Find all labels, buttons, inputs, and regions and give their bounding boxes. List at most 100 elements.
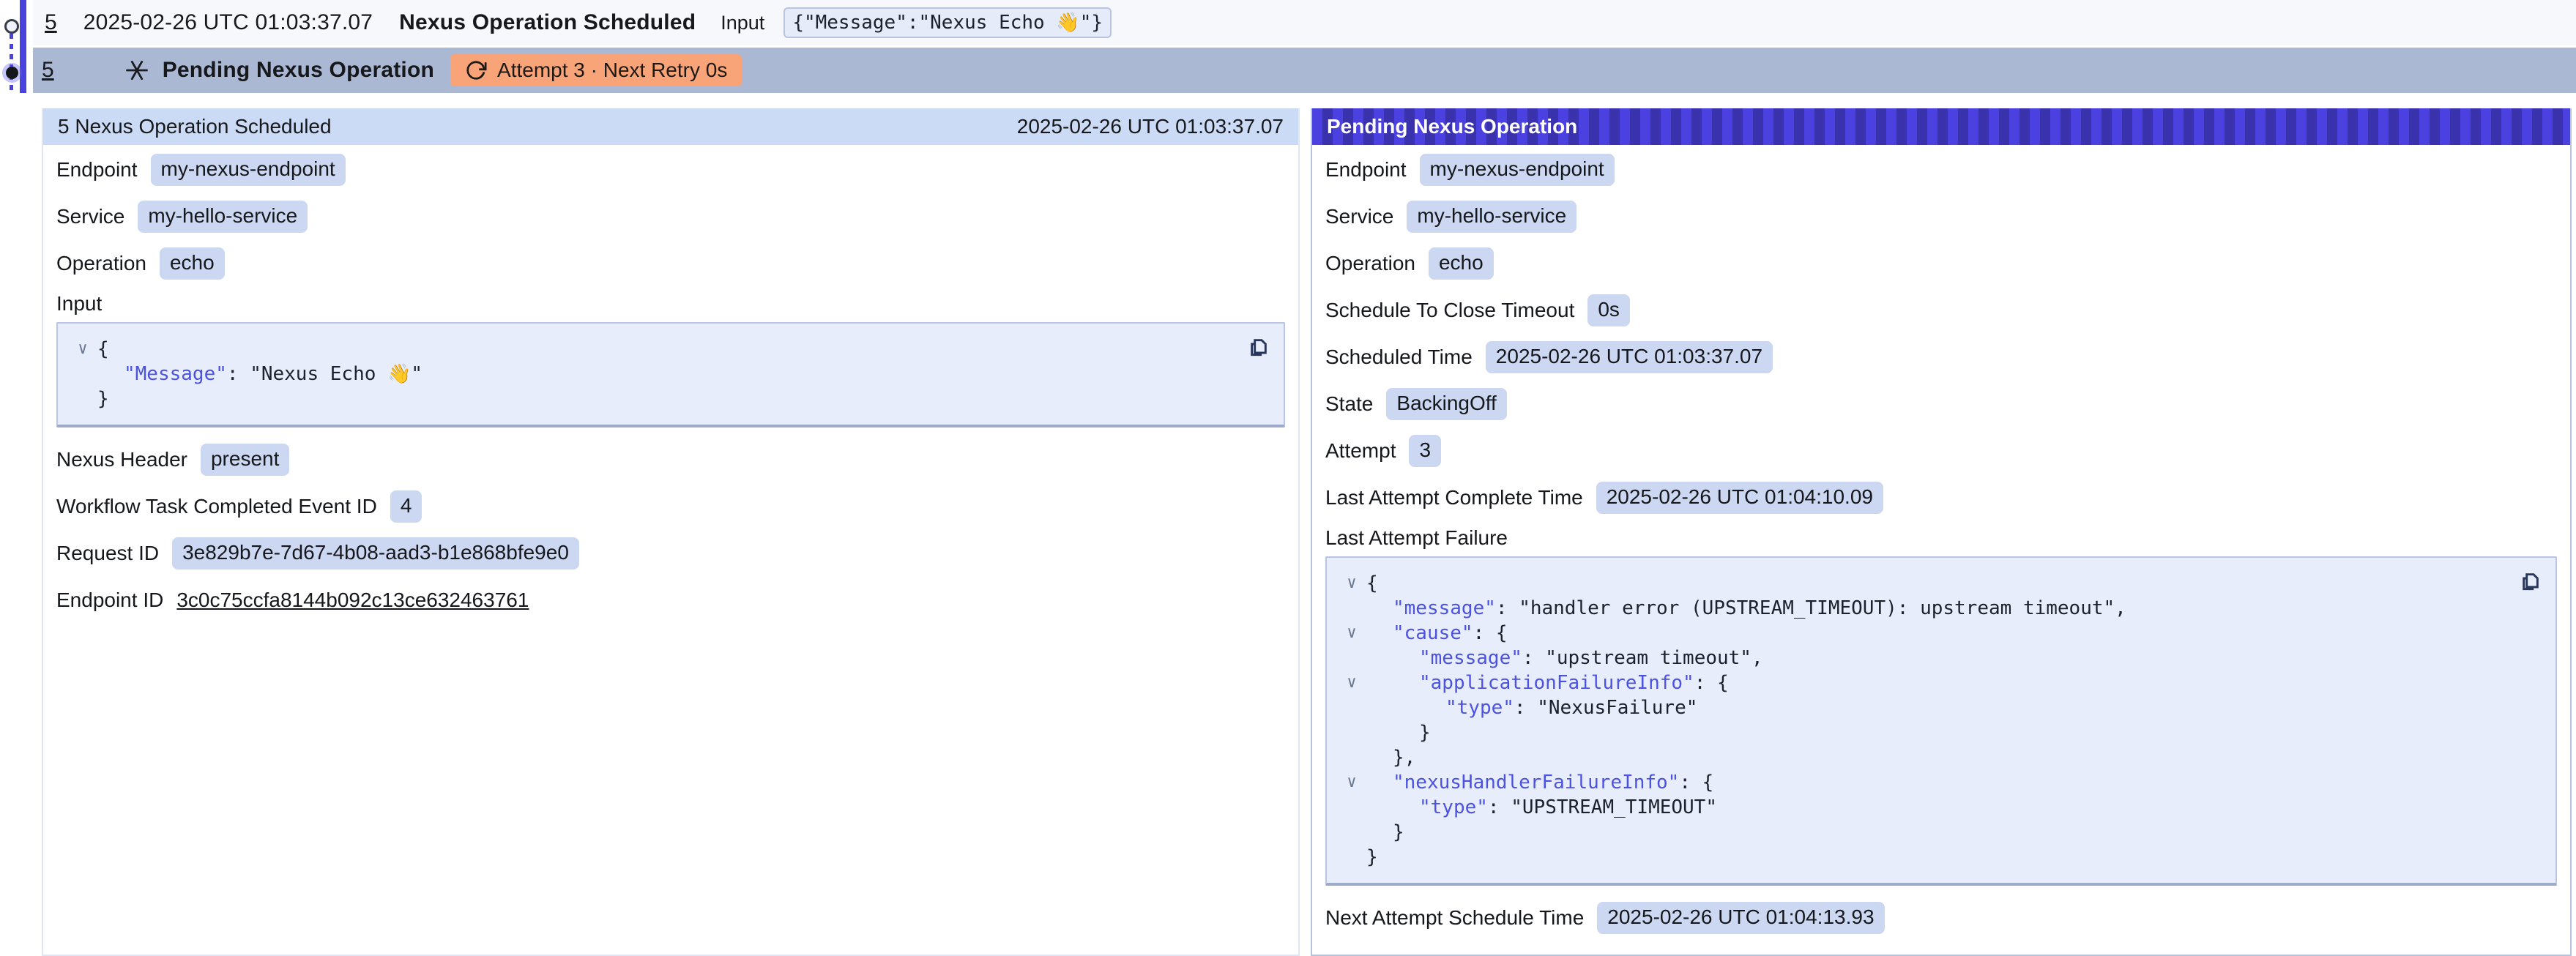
chevron-spacer [1337, 646, 1366, 671]
field-label: Operation [1325, 252, 1415, 275]
chevron-spacer [68, 362, 97, 386]
copy-json-button[interactable] [1247, 334, 1270, 360]
nexus-header-value-chip: present [201, 444, 289, 476]
json-line: } [68, 386, 1232, 411]
json-line: ∨"applicationFailureInfo": { [1337, 671, 2504, 695]
field-label: Next Attempt Schedule Time [1325, 906, 1584, 930]
input-json-block: ∨{"Message": "Nexus Echo 👋"} [56, 322, 1285, 427]
json-line-text: "nexusHandlerFailureInfo": { [1366, 770, 1713, 795]
field-service: Service my-hello-service [56, 193, 1285, 240]
chevron-spacer [68, 386, 97, 411]
json-line-text: "type": "NexusFailure" [1366, 695, 1697, 720]
operation-value-chip: echo [160, 247, 225, 280]
field-label: Scheduled Time [1325, 346, 1473, 369]
field-label: Endpoint ID [56, 589, 163, 612]
json-line: ∨{ [1337, 571, 2504, 596]
event-row-pending[interactable]: 5 Pending Nexus Operation Attempt 3 · Ne… [33, 48, 2576, 93]
json-line: ∨"nexusHandlerFailureInfo": { [1337, 770, 2504, 795]
chevron-spacer [1337, 596, 1366, 621]
chevron-spacer [1337, 720, 1366, 745]
json-line-text: { [1366, 571, 1378, 596]
event-input-value-chip: {"Message":"Nexus Echo 👋"} [783, 7, 1112, 38]
event-timestamp: 2025-02-26 UTC 01:03:37.07 [83, 10, 373, 35]
chevron-spacer [1337, 795, 1366, 820]
field-label: Nexus Header [56, 448, 187, 471]
retry-icon [465, 59, 487, 81]
json-line-text: } [1366, 820, 1404, 845]
json-line-text: "Message": "Nexus Echo 👋" [97, 362, 422, 386]
chevron-spacer [1337, 695, 1366, 720]
field-label: Endpoint [1325, 158, 1407, 182]
last-attempt-failure-label: Last Attempt Failure [1325, 521, 2557, 555]
json-line: "message": "upstream timeout", [1337, 646, 2504, 671]
field-label: Service [56, 205, 124, 228]
json-line-text: { [97, 337, 109, 362]
failure-json-block: ∨{"message": "handler error (UPSTREAM_TI… [1325, 556, 2557, 886]
field-operation: Operation echo [1325, 240, 2557, 287]
json-line-text: "type": "UPSTREAM_TIMEOUT" [1366, 795, 1717, 820]
field-label: Last Attempt Complete Time [1325, 486, 1583, 509]
json-line: "type": "UPSTREAM_TIMEOUT" [1337, 795, 2504, 820]
json-line: "Message": "Nexus Echo 👋" [68, 362, 1232, 386]
timeline-connector-line [10, 34, 13, 94]
field-request-id: Request ID3e829b7e-7d67-4b08-aad3-b1e868… [56, 530, 1285, 577]
field-last-attempt-complete-time: Last Attempt Complete Time 2025-02-26 UTC… [1325, 474, 2557, 521]
endpoint-value-chip: my-nexus-endpoint [1420, 154, 1615, 186]
json-line: } [1337, 845, 2504, 870]
collapse-chevron-icon[interactable]: ∨ [1337, 770, 1366, 795]
chevron-spacer [1337, 820, 1366, 845]
field-label: Workflow Task Completed Event ID [56, 495, 377, 518]
field-label: Endpoint [56, 158, 138, 182]
json-line: } [1337, 720, 2504, 745]
event-row-scheduled[interactable]: 5 2025-02-26 UTC 01:03:37.07 Nexus Opera… [33, 0, 2576, 45]
json-line-text: "applicationFailureInfo": { [1366, 671, 1729, 695]
copy-icon [1247, 334, 1270, 360]
collapse-chevron-icon[interactable]: ∨ [1337, 621, 1366, 646]
event-title: Pending Nexus Operation [163, 58, 434, 83]
json-line: ∨"cause": { [1337, 621, 2504, 646]
field-label: State [1325, 392, 1373, 416]
retry-attempt-badge: Attempt 3 · Next Retry 0s [450, 54, 742, 86]
field-label: Request ID [56, 542, 159, 565]
field-nexus-header: Nexus Header present [56, 436, 1285, 483]
field-label: Attempt [1325, 439, 1396, 463]
last-attempt-complete-time-value-chip: 2025-02-26 UTC 01:04:10.09 [1596, 482, 1883, 514]
field-attempt: Attempt 3 [1325, 427, 2557, 474]
scheduled-time-value-chip: 2025-02-26 UTC 01:03:37.07 [1486, 341, 1773, 373]
event-detail-header: 5 Nexus Operation Scheduled 2025-02-26 U… [43, 108, 1298, 145]
endpoint-value-chip: my-nexus-endpoint [151, 154, 346, 186]
json-line: }, [1337, 745, 2504, 770]
json-line-text: "cause": { [1366, 621, 1508, 646]
copy-icon [2519, 568, 2542, 594]
next-attempt-schedule-time-value-chip: 2025-02-26 UTC 01:04:13.93 [1597, 902, 1884, 934]
pending-operation-panel: Pending Nexus Operation Endpoint my-nexus… [1311, 108, 2572, 956]
field-label: Schedule To Close Timeout [1325, 299, 1574, 322]
service-value-chip: my-hello-service [1407, 201, 1577, 233]
timeline-event-marker-open [4, 19, 19, 34]
field-schedule-to-close-timeout: Schedule To Close Timeout0s [1325, 287, 2557, 334]
collapse-chevron-icon[interactable]: ∨ [1337, 571, 1366, 596]
pending-asterisk-icon [124, 58, 149, 83]
event-detail-header-title: 5 Nexus Operation Scheduled [58, 115, 332, 138]
field-endpoint: Endpoint my-nexus-endpoint [1325, 146, 2557, 193]
state-value-chip: BackingOff [1386, 388, 1506, 420]
event-id-link[interactable]: 5 [45, 10, 57, 35]
field-label: Operation [56, 252, 146, 275]
endpoint-id-link[interactable]: 3c0c75ccfa8144b092c13ce632463761 [176, 589, 529, 612]
json-line: "type": "NexusFailure" [1337, 695, 2504, 720]
service-value-chip: my-hello-service [138, 201, 308, 233]
field-service: Service my-hello-service [1325, 193, 2557, 240]
json-line: "message": "handler error (UPSTREAM_TIME… [1337, 596, 2504, 621]
field-next-attempt-schedule-time: Next Attempt Schedule Time 2025-02-26 UTC… [1325, 895, 2557, 941]
event-detail-panel: 5 Nexus Operation Scheduled 2025-02-26 U… [42, 108, 1300, 956]
retry-badge-label: Attempt 3 · Next Retry 0s [497, 59, 727, 82]
json-line-text: } [1366, 845, 1378, 870]
collapse-chevron-icon[interactable]: ∨ [68, 337, 97, 362]
pending-operation-header-title: Pending Nexus Operation [1327, 115, 1577, 138]
operation-value-chip: echo [1429, 247, 1494, 280]
event-id-link[interactable]: 5 [42, 58, 54, 83]
attempt-value-chip: 3 [1409, 435, 1441, 467]
collapse-chevron-icon[interactable]: ∨ [1337, 671, 1366, 695]
field-label: Service [1325, 205, 1393, 228]
copy-json-button[interactable] [2519, 568, 2542, 594]
